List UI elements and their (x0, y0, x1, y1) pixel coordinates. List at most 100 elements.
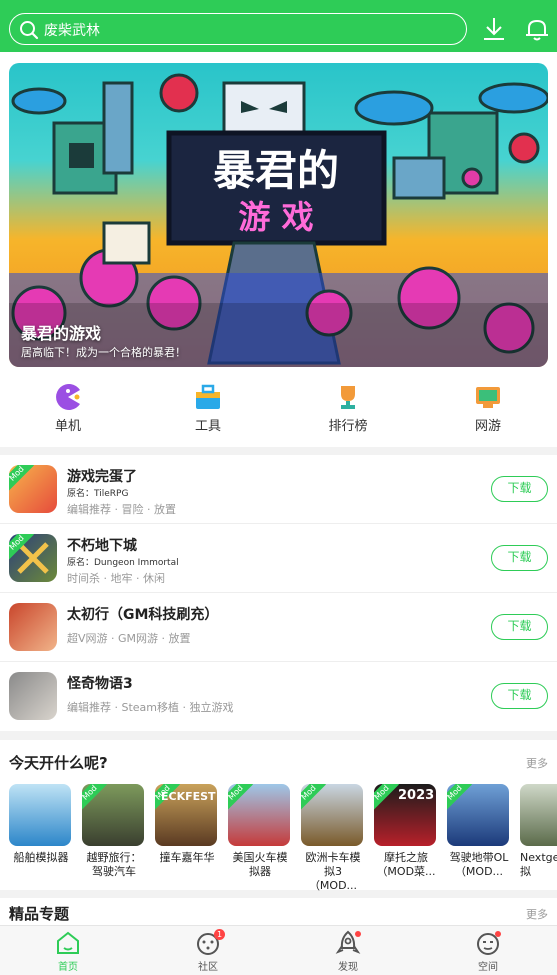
thumb-logo-text: 2023 (398, 788, 435, 803)
game-tile-name: 摩托之旅（MOD菜... (376, 851, 436, 878)
nav-label: 空间 (478, 962, 498, 973)
game-icon (9, 672, 57, 720)
nav-space[interactable]: 空间 (448, 929, 528, 973)
mod-badge: Mod (447, 784, 472, 810)
game-name: 怪奇物语3 (67, 676, 133, 692)
game-tile-name: 越野旅行：驾驶汽车 (86, 851, 142, 878)
game-tile[interactable]: Mod 越野旅行：驾驶汽车 (82, 784, 146, 879)
space-icon-wrap (474, 929, 502, 957)
nav-community[interactable]: 1 社区 (168, 929, 248, 973)
list-item[interactable]: Mod 游戏完蛋了 原名：TileRPG 编辑推荐 · 冒险 · 放置 下载 (0, 455, 557, 524)
nav-label: 社区 (198, 962, 218, 973)
notification-badge: 1 (214, 929, 225, 940)
game-tile-name: 撞车嘉年华 (159, 851, 215, 864)
notification-dot (495, 931, 501, 937)
game-icon: Mod (9, 534, 57, 582)
more-link[interactable]: 更多 (526, 755, 548, 771)
game-thumbnail: Mod 2023 (374, 784, 436, 846)
banner-subtitle: 居高临下！成为一个合格的暴君！ (21, 346, 186, 359)
search-icon (20, 21, 39, 40)
pacman-icon (56, 384, 80, 410)
notification-dot (355, 931, 361, 937)
category-label: 单机 (54, 419, 81, 434)
game-icon (9, 603, 57, 651)
list-item[interactable]: 太初行（GM科技刷充） 超V网游 · GM网游 · 放置 下载 (0, 593, 557, 662)
list-item[interactable]: 怪奇物语3 编辑推荐 · Steam移植 · 独立游戏 下载 (0, 662, 557, 731)
community-icon-wrap: 1 (194, 929, 225, 957)
mod-badge: Mod (301, 784, 326, 810)
featured-section: 精品专题 更多 (0, 898, 557, 928)
discover-icon-wrap (334, 929, 362, 957)
mod-badge: Mod (374, 784, 399, 810)
game-tile-name: 欧洲卡车模拟3（MOD... (305, 851, 361, 892)
mod-badge: Mod (82, 784, 107, 810)
home-icon (57, 931, 79, 954)
nav-label: 首页 (58, 962, 78, 973)
today-section: 今天开什么呢? 更多 船舶模拟器 Mod 越野旅行：驾驶汽车 Mod ECKFE… (0, 740, 557, 893)
more-link[interactable]: 更多 (526, 906, 548, 922)
game-original-name: 原名：Dungeon Immortal (67, 558, 179, 568)
section-title: 精品专题 (9, 905, 70, 923)
search-input[interactable]: 废柴武林 (9, 13, 467, 45)
game-thumbnail: Mod (447, 784, 509, 846)
category-single[interactable]: 单机 (28, 382, 108, 434)
featured-banner[interactable]: 暴君的 游 戏 暴君的游戏 居高临下！成为一个合格的暴君！ (9, 63, 548, 367)
banner-art-line1: 暴君的 (213, 146, 339, 195)
category-tools[interactable]: 工具 (168, 382, 248, 434)
category-label: 排行榜 (328, 419, 368, 434)
game-name: 不朽地下城 (67, 538, 137, 554)
game-thumbnail (520, 784, 557, 846)
trophy-icon (341, 386, 355, 409)
game-tile-name: Nextge车模拟 (520, 851, 557, 878)
nav-discover[interactable]: 发现 (308, 929, 388, 973)
download-button[interactable]: 下载 (491, 683, 548, 709)
game-tags: 超V网游 · GM网游 · 放置 (67, 632, 191, 645)
home-top-section: 暴君的 游 戏 暴君的游戏 居高临下！成为一个合格的暴君！ 单机 工具 排行榜 (0, 52, 557, 447)
download-icon[interactable] (479, 14, 509, 44)
category-ranking[interactable]: 排行榜 (308, 382, 388, 434)
game-tile-name: 驾驶地带OL（MOD... (449, 851, 509, 878)
download-button[interactable]: 下载 (491, 545, 548, 571)
nav-label: 发现 (338, 962, 358, 973)
game-icon: Mod (9, 465, 57, 513)
game-tags: 编辑推荐 · 冒险 · 放置 (67, 503, 176, 516)
section-title: 今天开什么呢? (9, 754, 108, 772)
banner-art-line2: 游 戏 (238, 198, 313, 236)
bell-icon[interactable] (522, 14, 552, 44)
game-thumbnail (9, 784, 71, 846)
game-list: Mod 游戏完蛋了 原名：TileRPG 编辑推荐 · 冒险 · 放置 下载 M… (0, 455, 557, 731)
game-tile[interactable]: Mod 2023 摩托之旅（MOD菜... (374, 784, 438, 879)
nav-home[interactable]: 首页 (28, 929, 108, 973)
category-online[interactable]: 网游 (448, 382, 528, 434)
banner-title: 暴君的游戏 (21, 324, 102, 343)
game-original-name: 原名：TileRPG (67, 489, 129, 499)
top-bar: 废柴武林 (0, 0, 557, 52)
game-tile[interactable]: Mod 美国火车模拟器 (228, 784, 292, 879)
download-button[interactable]: 下载 (491, 476, 548, 502)
game-tile[interactable]: Mod ECKFEST 撞车嘉年华 (155, 784, 219, 865)
game-thumbnail: Mod (301, 784, 363, 846)
game-tile[interactable]: Mod 驾驶地带OL（MOD... (447, 784, 511, 879)
game-tile[interactable]: Mod 欧洲卡车模拟3（MOD... (301, 784, 365, 893)
game-name: 太初行（GM科技刷充） (67, 607, 219, 623)
download-button[interactable]: 下载 (491, 614, 548, 640)
game-tile-name: 船舶模拟器 (13, 851, 69, 864)
game-tile[interactable]: 船舶模拟器 (9, 784, 73, 865)
mod-badge: Mod (9, 465, 34, 491)
game-thumbnail: Mod (228, 784, 290, 846)
game-tags: 时间杀 · 地牢 · 休闲 (67, 572, 165, 585)
category-label: 网游 (474, 419, 501, 434)
game-thumbnail: Mod ECKFEST (155, 784, 217, 846)
search-text: 废柴武林 (44, 23, 100, 39)
game-tile[interactable]: Nextge车模拟 (520, 784, 557, 879)
bottom-nav: 首页 1 社区 发现 空间 (0, 925, 557, 975)
category-label: 工具 (194, 419, 221, 434)
game-name: 游戏完蛋了 (67, 469, 137, 485)
list-item[interactable]: Mod 不朽地下城 原名：Dungeon Immortal 时间杀 · 地牢 ·… (0, 524, 557, 593)
toolbox-icon (196, 384, 220, 409)
thumb-logo-text: ECKFEST (161, 790, 216, 803)
game-thumbnail: Mod (82, 784, 144, 846)
game-tags: 编辑推荐 · Steam移植 · 独立游戏 (67, 701, 234, 714)
gamepad-icon (476, 387, 500, 408)
mod-badge: Mod (228, 784, 253, 810)
